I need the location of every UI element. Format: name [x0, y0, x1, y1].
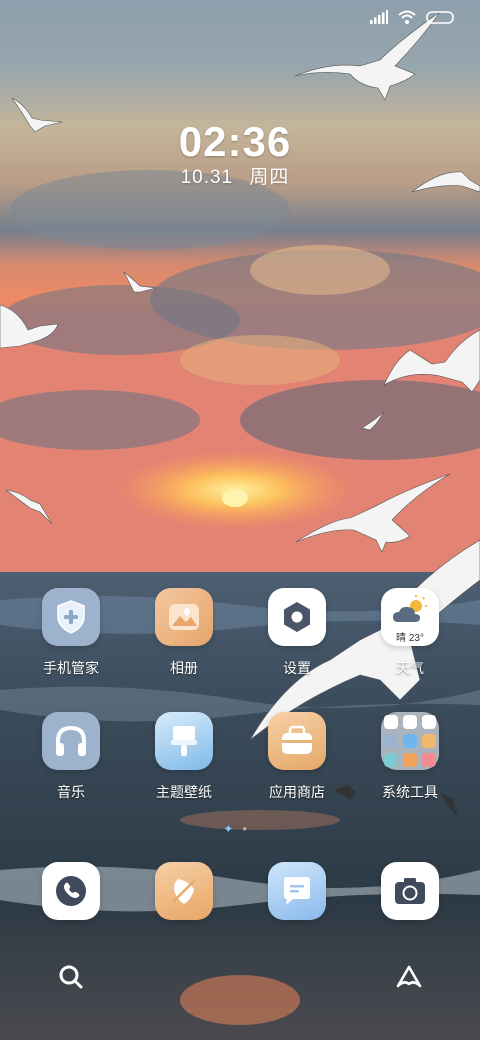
date-text: 10.31: [180, 167, 234, 188]
app-themes[interactable]: 主题壁纸: [129, 712, 239, 802]
app-label: 应用商店: [269, 784, 325, 800]
app-label: 天气: [396, 660, 424, 676]
page-dot: •: [242, 822, 247, 836]
assistant-icon[interactable]: [394, 962, 424, 992]
weekday-text: 周四: [249, 167, 290, 188]
dock-messages[interactable]: [242, 862, 352, 920]
shield-plus-icon: [42, 588, 100, 646]
app-label: 音乐: [57, 784, 85, 800]
app-label: 设置: [283, 660, 311, 676]
app-weather[interactable]: 晴 23° 天气: [355, 588, 465, 678]
mini-app-icon: [403, 753, 417, 767]
clock-time: 02:36: [178, 118, 292, 165]
mini-app-icon: [384, 734, 398, 748]
weather-badge: 晴 23°: [396, 633, 424, 644]
dock-camera[interactable]: [355, 862, 465, 920]
butterfly-icon: ✦: [223, 822, 234, 836]
gear-icon: [268, 588, 326, 646]
dock-browser[interactable]: [129, 862, 239, 920]
mini-app-icon: [422, 753, 436, 767]
app-settings[interactable]: 设置: [242, 588, 352, 678]
store-icon: [268, 712, 326, 770]
headphones-icon: [42, 712, 100, 770]
brush-icon: [155, 712, 213, 770]
mini-app-icon: [403, 734, 417, 748]
app-phone-manager[interactable]: 手机管家: [16, 588, 126, 678]
weather-icon: 晴 23°: [381, 588, 439, 646]
app-store[interactable]: 应用商店: [242, 712, 352, 802]
app-label: 主题壁纸: [156, 784, 212, 800]
battery-icon: [426, 10, 454, 24]
wifi-icon: [398, 10, 416, 24]
app-system-tools[interactable]: 系统工具: [355, 712, 465, 802]
app-label: 手机管家: [43, 660, 99, 676]
mini-app-icon: [422, 715, 436, 729]
app-music[interactable]: 音乐: [16, 712, 126, 802]
camera-icon: [381, 862, 439, 920]
folder-icon: [381, 712, 439, 770]
mini-app-icon: [403, 715, 417, 729]
mini-app-icon: [422, 734, 436, 748]
page-indicator[interactable]: ✦ •: [0, 822, 470, 836]
mini-app-icon: [384, 753, 398, 767]
message-icon: [268, 862, 326, 920]
signal-icon: [370, 10, 388, 24]
app-label: 系统工具: [382, 784, 438, 800]
phone-icon: [42, 862, 100, 920]
clock-date: 10.31 周四: [0, 162, 470, 189]
gallery-icon: [155, 588, 213, 646]
mini-app-icon: [384, 715, 398, 729]
search-icon[interactable]: [56, 962, 86, 992]
compass-icon: [155, 862, 213, 920]
clock-widget[interactable]: 02:36 10.31 周四: [0, 118, 470, 189]
status-bar: [370, 10, 454, 24]
app-gallery[interactable]: 相册: [129, 588, 239, 678]
app-label: 相册: [170, 660, 198, 676]
dock-phone[interactable]: [16, 862, 126, 920]
